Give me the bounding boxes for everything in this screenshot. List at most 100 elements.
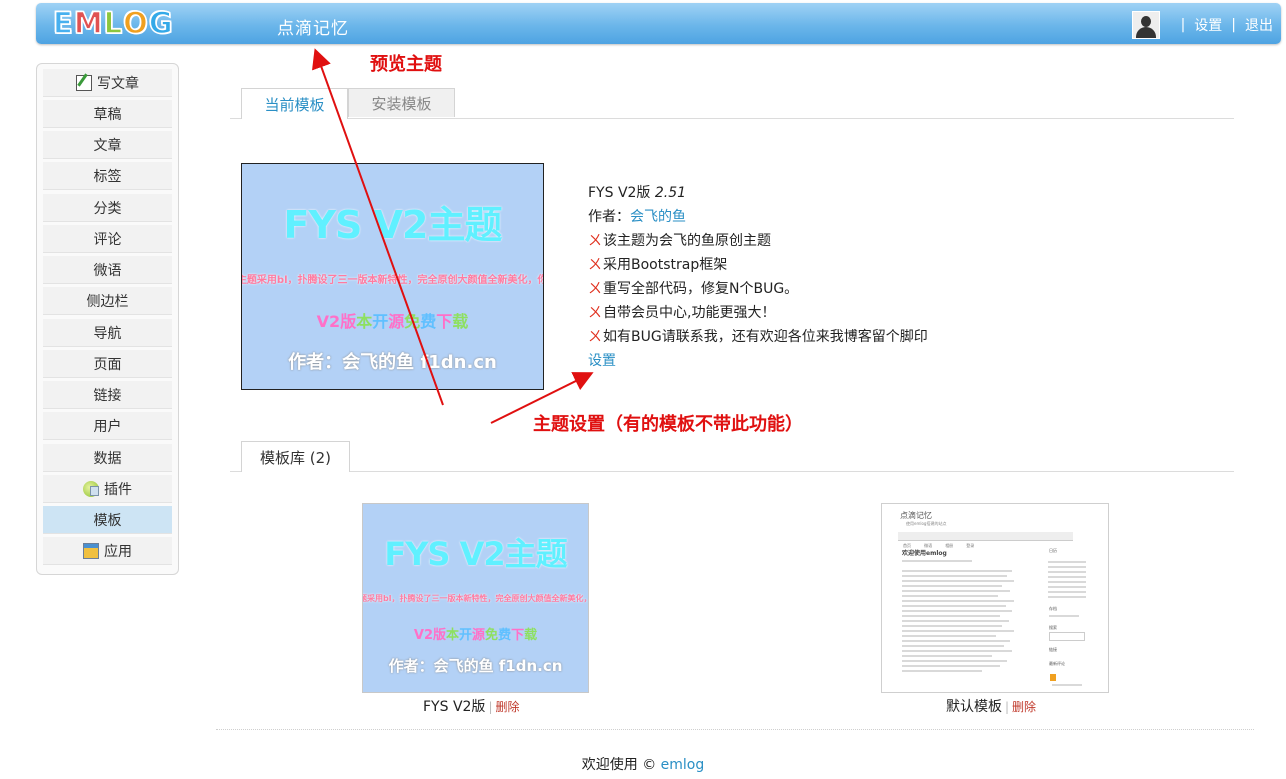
feature-item: ㄨ重写全部代码，修复N个BUG。 <box>588 281 799 297</box>
write-icon <box>76 74 92 91</box>
fire-icon: ㄨ <box>588 305 602 321</box>
library-caption-default: 默认模板 | 删除 <box>946 699 1037 715</box>
sidebar-item-label: 模板 <box>93 512 122 529</box>
sidebar: 写文章 草稿 文章 标签 分类 评论 微语 侧边栏 导航 页面 链接 用户 数据… <box>36 63 179 575</box>
thumb-site-desc: 使用emlog搭建的站点 <box>906 521 947 526</box>
user-menu: | 设置 | 退出 <box>1131 11 1273 39</box>
sidebar-item-label: 写文章 <box>97 75 139 92</box>
sidebar-item-label: 导航 <box>93 325 122 342</box>
logo-letter: M <box>73 5 103 41</box>
thumb-site-title: 点滴记忆 <box>900 511 932 520</box>
logout-link[interactable]: 退出 <box>1245 15 1273 35</box>
sidebar-item-categories[interactable]: 分类 <box>43 194 172 222</box>
sidebar-item-label: 文章 <box>93 137 122 154</box>
tabs-divider <box>230 118 1234 119</box>
feature-item: ㄨ该主题为会飞的鱼原创主题 <box>588 233 771 249</box>
sidebar-item-links[interactable]: 链接 <box>43 381 172 409</box>
footer-divider <box>216 729 1254 730</box>
sidebar-item-write[interactable]: 写文章 <box>43 69 172 97</box>
fire-icon: ㄨ <box>588 281 602 297</box>
tab-current-template[interactable]: 当前模板 <box>241 88 348 119</box>
footer-text: 欢迎使用 © <box>581 757 657 773</box>
feature-item: ㄨ如有BUG请联系我，还有欢迎各位来我博客留个脚印 <box>588 329 928 345</box>
library-divider <box>230 471 1234 472</box>
top-bar: EMLOG 点滴记忆 | 设置 | 退出 <box>36 3 1281 44</box>
sidebar-item-label: 草稿 <box>93 106 122 123</box>
sidebar-item-label: 评论 <box>93 231 122 248</box>
separator: | <box>1231 17 1236 33</box>
sidebar-item-widgets[interactable]: 侧边栏 <box>43 287 172 315</box>
preview-line: FYS V2主题采用bl，扑腾设了三一版本新特性，完全原创大颜值全新美化，你们可… <box>242 275 543 286</box>
plugin-icon <box>83 480 99 497</box>
avatar[interactable] <box>1131 11 1160 39</box>
sidebar-item-pages[interactable]: 页面 <box>43 350 172 378</box>
footer: 欢迎使用 © emlog <box>0 754 1286 774</box>
theme-version: 2.51 <box>654 185 687 201</box>
theme-author-line: 作者：会飞的鱼 <box>588 205 928 229</box>
sidebar-item-drafts[interactable]: 草稿 <box>43 100 172 128</box>
sidebar-item-users[interactable]: 用户 <box>43 412 172 440</box>
sidebar-item-plugins[interactable]: 插件 <box>43 475 172 503</box>
sidebar-item-tags[interactable]: 标签 <box>43 162 172 190</box>
sidebar-item-label: 应用 <box>104 543 132 560</box>
theme-name: FYS V2版 <box>588 185 651 201</box>
tab-install-template[interactable]: 安装模板 <box>348 88 455 117</box>
preview-line: FYS V2主题采用bl，扑腾设了三一版本新特性，完全原创大颜值全新美化，你们可… <box>363 594 589 603</box>
theme-settings-link[interactable]: 设置 <box>588 353 616 369</box>
fire-icon: ㄨ <box>588 329 602 345</box>
emlog-logo[interactable]: EMLOG <box>52 5 173 41</box>
sidebar-item-label: 数据 <box>93 450 122 467</box>
preview-download-line: V2版本开源免费下载 <box>316 312 469 331</box>
separator: | <box>1180 17 1186 33</box>
theme-info: FYS V2版 2.51 作者：会飞的鱼 ㄨ该主题为会飞的鱼原创主题 ㄨ采用Bo… <box>588 181 928 373</box>
feature-item: ㄨ自带会员中心,功能更强大！ <box>588 305 776 321</box>
sidebar-item-apps[interactable]: 应用 <box>43 537 172 565</box>
author-link[interactable]: 会飞的鱼 <box>630 209 686 225</box>
sidebar-item-label: 用户 <box>93 418 122 435</box>
annotation-preview-theme: 预览主题 <box>370 54 442 75</box>
library-thumb-default[interactable]: 点滴记忆 使用emlog搭建的站点 首页 微语 相册 登录 欢迎使用emlog … <box>881 503 1109 693</box>
theme-name-line: FYS V2版 2.51 <box>588 181 928 205</box>
rss-icon <box>1050 674 1056 681</box>
sidebar-item-label: 微语 <box>93 262 122 279</box>
settings-link[interactable]: 设置 <box>1194 15 1222 35</box>
feature-item: ㄨ采用Bootstrap框架 <box>588 257 728 273</box>
preview-title: FYS V2主题 <box>283 203 503 247</box>
library-caption-fys: FYS V2版 | 删除 <box>423 699 520 715</box>
sidebar-item-label: 页面 <box>93 356 122 373</box>
thumb-post-title: 欢迎使用emlog <box>902 550 947 557</box>
sidebar-item-label: 标签 <box>93 168 122 185</box>
delete-link[interactable]: 删除 <box>1012 700 1036 714</box>
thumb-nav-bar: 首页 微语 相册 登录 <box>898 532 1073 548</box>
footer-emlog-link[interactable]: emlog <box>661 757 705 773</box>
sidebar-item-comments[interactable]: 评论 <box>43 225 172 253</box>
preview-download-line: V2版本开源免费下载 <box>413 628 538 643</box>
author-label: 作者： <box>588 209 630 225</box>
template-name: 默认模板 <box>946 699 1002 715</box>
sidebar-item-label: 分类 <box>93 200 122 217</box>
library-thumb-fys[interactable]: FYS V2主题 FYS V2主题采用bl，扑腾设了三一版本新特性，完全原创大颜… <box>362 503 589 693</box>
preview-author: 作者：会飞的鱼 f1dn.cn <box>388 657 563 675</box>
sidebar-item-label: 侧边栏 <box>86 293 129 310</box>
sidebar-item-navigation[interactable]: 导航 <box>43 319 172 347</box>
logo-letter: E <box>52 5 73 41</box>
template-name: FYS V2版 <box>423 699 486 715</box>
sidebar-item-label: 链接 <box>93 387 122 404</box>
annotation-theme-settings: 主题设置（有的模板不带此功能） <box>533 414 803 435</box>
preview-author: 作者：会飞的鱼 f1dn.cn <box>288 352 497 373</box>
blog-title-link[interactable]: 点滴记忆 <box>277 14 349 39</box>
logo-letter: L <box>103 5 123 41</box>
tab-template-library[interactable]: 模板库 (2) <box>241 441 350 472</box>
logo-letter: O <box>122 5 148 41</box>
fire-icon: ㄨ <box>588 233 602 249</box>
sidebar-item-label: 插件 <box>104 481 132 498</box>
delete-link[interactable]: 删除 <box>495 700 519 714</box>
sidebar-item-posts[interactable]: 文章 <box>43 131 172 159</box>
current-theme-preview: FYS V2主题 FYS V2主题采用bl，扑腾设了三一版本新特性，完全原创大颜… <box>241 163 544 390</box>
preview-title: FYS V2主题 <box>384 535 567 573</box>
sidebar-item-twitter[interactable]: 微语 <box>43 256 172 284</box>
sidebar-item-data[interactable]: 数据 <box>43 444 172 472</box>
sidebar-item-templates[interactable]: 模板 <box>43 506 172 534</box>
app-icon <box>83 542 99 559</box>
logo-letter: G <box>148 5 173 41</box>
